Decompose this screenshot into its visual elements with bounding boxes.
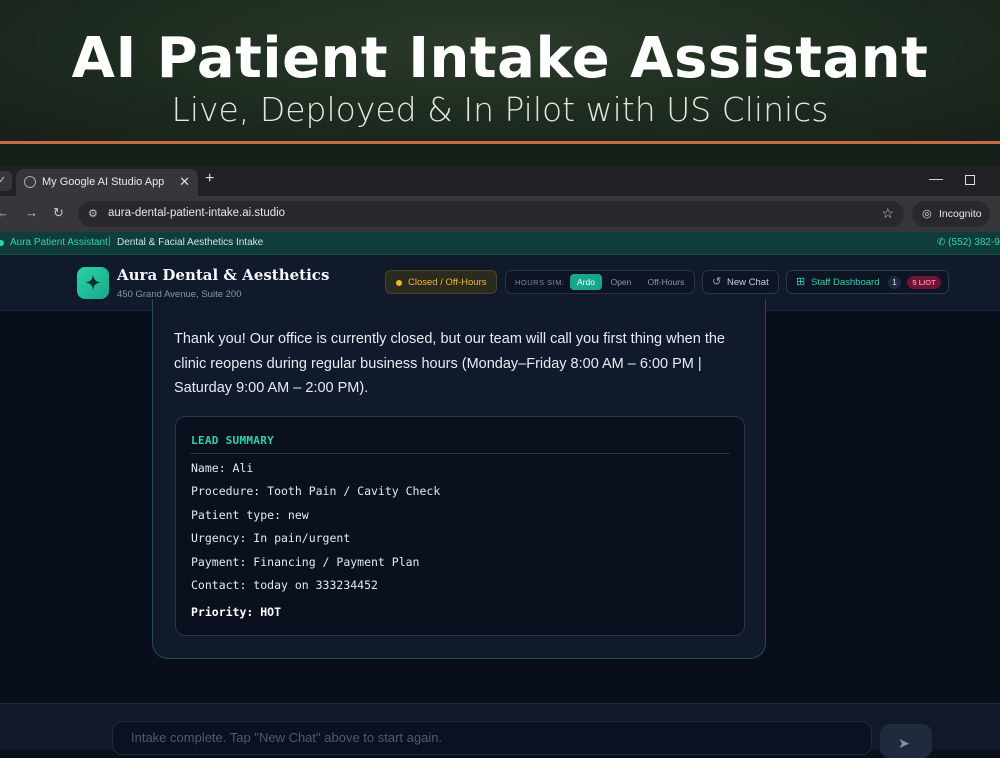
tab-search-icon[interactable]: ✓	[0, 171, 12, 191]
banner-subtitle: Live, Deployed & In Pilot with US Clinic…	[171, 90, 829, 129]
assistant-message-text: Thank you! Our office is currently close…	[174, 331, 725, 396]
incognito-icon: ◎	[922, 208, 932, 220]
lead-payment: Payment: Financing / Payment Plan	[191, 555, 420, 569]
staff-hot-badge: 5 LIOT	[907, 276, 941, 289]
staff-dashboard-label: Staff Dashboard	[811, 277, 880, 288]
status-label: Closed / Off-Hours	[408, 277, 487, 288]
incognito-label: Incognito	[939, 208, 982, 220]
hours-option-ardo[interactable]: Ardo	[570, 274, 602, 290]
new-chat-label: New Chat	[727, 277, 769, 288]
strip-subtitle: Dental & Facial Aesthetics Intake	[117, 237, 264, 248]
lead-contact: Contact: today on 333234452	[191, 578, 378, 592]
browser-tab[interactable]: My Google AI Studio App ✕	[16, 169, 198, 196]
status-dot-icon	[0, 240, 4, 246]
hours-sim-toggle: HOURS SIM: Ardo Open Off-Hours	[505, 270, 695, 294]
staff-count-badge: 1	[888, 276, 901, 289]
assistant-message-bubble: Thank you! Our office is currently close…	[152, 299, 766, 659]
send-button[interactable]: ➤	[880, 724, 932, 758]
chat-input-placeholder: Intake complete. Tap "New Chat" above to…	[131, 730, 443, 745]
globe-icon	[24, 176, 36, 188]
chat-composer: Intake complete. Tap "New Chat" above to…	[0, 703, 1000, 758]
new-tab-icon[interactable]: +	[205, 170, 214, 188]
phone-number: (552) 382-9	[948, 237, 1000, 248]
strip-phone[interactable]: ✆ (552) 382-9	[937, 237, 1000, 248]
refresh-icon: ↺	[712, 276, 722, 288]
lead-patient-type: Patient type: new	[191, 508, 309, 522]
promo-banner: AI Patient Intake Assistant Live, Deploy…	[0, 0, 1000, 143]
incognito-button[interactable]: ◎ Incognito	[912, 201, 990, 227]
clinic-name: Aura Dental & Aesthetics	[117, 266, 330, 284]
url-field[interactable]: ⚙ aura-dental-patient-intake.ai.studio ☆	[78, 201, 904, 227]
reload-icon[interactable]: ↻	[53, 205, 64, 221]
tab-title: My Google AI Studio App	[42, 176, 165, 188]
banner-gap	[0, 144, 1000, 166]
strip-separator: |	[108, 236, 111, 247]
browser-tab-bar: ✓ My Google AI Studio App ✕ + —	[0, 166, 1000, 196]
strip-app-name: Aura Patient Assistant	[10, 237, 108, 248]
lead-urgency: Urgency: In pain/urgent	[191, 531, 351, 545]
hours-option-open[interactable]: Open	[606, 274, 636, 290]
minimize-icon[interactable]: —	[929, 170, 943, 186]
status-badge: Closed / Off-Hours	[385, 270, 497, 294]
star-icon[interactable]: ☆	[881, 205, 894, 222]
lead-summary-card: LEAD SUMMARY Name: Ali Procedure: Tooth …	[175, 416, 745, 636]
lead-summary-heading: LEAD SUMMARY	[191, 434, 275, 447]
status-dot-icon	[396, 280, 402, 286]
staff-dashboard-button[interactable]: ⊞ Staff Dashboard 1 5 LIOT	[786, 270, 949, 294]
send-icon: ➤	[898, 735, 910, 751]
banner-title: AI Patient Intake Assistant	[71, 26, 929, 91]
sparkle-logo-icon: ✦	[77, 267, 109, 299]
chat-area[interactable]: Thank you! Our office is currently close…	[0, 299, 1000, 703]
site-settings-icon[interactable]: ⚙	[88, 207, 101, 220]
hours-option-off-hours[interactable]: Off-Hours	[640, 274, 692, 290]
new-chat-button[interactable]: ↺ New Chat	[702, 270, 779, 294]
grid-icon: ⊞	[796, 276, 806, 288]
url-text: aura-dental-patient-intake.ai.studio	[108, 207, 286, 219]
back-icon[interactable]: ←	[0, 205, 9, 220]
lead-summary-divider	[190, 453, 730, 454]
close-icon[interactable]: ✕	[179, 174, 190, 190]
lead-name: Name: Ali	[191, 461, 254, 475]
lead-priority: Priority: HOT	[191, 605, 282, 619]
lead-procedure: Procedure: Tooth Pain / Cavity Check	[191, 484, 441, 498]
address-bar: ← → ↻ ⚙ aura-dental-patient-intake.ai.st…	[0, 196, 1000, 232]
maximize-icon[interactable]	[965, 175, 975, 185]
hours-sim-label: HOURS SIM:	[515, 278, 565, 287]
app-top-strip: Aura Patient Assistant | Dental & Facial…	[0, 232, 1000, 255]
forward-icon[interactable]: →	[25, 205, 38, 220]
